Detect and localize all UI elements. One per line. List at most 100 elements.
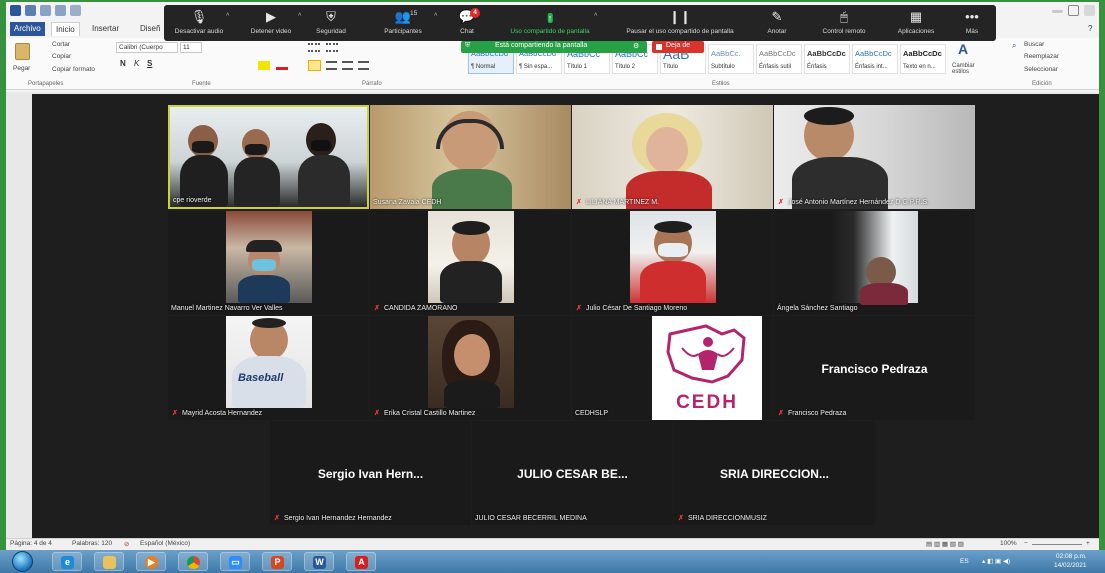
- select-button[interactable]: Seleccionar: [1024, 66, 1058, 73]
- taskbar-app-zoom[interactable]: ▭: [220, 552, 250, 571]
- pause-share-button[interactable]: ❙❙ Pausar el uso compartido de pantalla: [616, 7, 744, 39]
- clock-time[interactable]: 02:08 p.m.: [1056, 553, 1087, 560]
- zoom-toolbar: 🎙 ^ Desactivar audio ▶ ^ Detener video ⛨…: [164, 5, 996, 41]
- participant-tile[interactable]: cpe rioverde: [168, 105, 369, 209]
- participant-tile[interactable]: Francisco Pedraza ✗ Francisco Pedraza: [774, 316, 975, 420]
- view-buttons[interactable]: ▤ ▥ ▦ ▧ ▨: [926, 540, 964, 548]
- participant-tile[interactable]: ✗ José Antonio Martínez Hernández D.G.P.…: [774, 105, 975, 209]
- share-screen-button[interactable]: ↑ ^ Uso compartido de pantalla: [504, 7, 597, 39]
- find-button[interactable]: Buscar: [1024, 41, 1044, 48]
- align-left-icon[interactable]: [308, 60, 321, 71]
- italic-button[interactable]: K: [134, 59, 139, 68]
- format-painter-button[interactable]: Copiar formato: [52, 66, 95, 73]
- align-center-icon[interactable]: [326, 61, 337, 70]
- tray-icons[interactable]: ▴ ◧ ▣ ◀): [982, 557, 1010, 565]
- page-indicator[interactable]: Página: 4 de 4: [10, 540, 52, 547]
- participant-tile[interactable]: Baseball ✗ Mayrid Acosta Hernandez: [168, 316, 369, 420]
- chat-button[interactable]: 💬 4 Chat: [450, 7, 484, 39]
- style-enfasis[interactable]: AaBbCcDc Énfasis: [804, 44, 850, 74]
- print-icon[interactable]: [70, 5, 81, 16]
- participant-tile[interactable]: CEDH CEDHSLP: [572, 316, 773, 420]
- participant-tile[interactable]: Sergio Ivan Hern... ✗ Sergio Ivan Hernan…: [270, 421, 471, 525]
- align-right-icon[interactable]: [342, 61, 353, 70]
- highlight-icon[interactable]: [258, 61, 270, 70]
- undo-icon[interactable]: [40, 5, 51, 16]
- taskbar-app-media[interactable]: ▶: [136, 552, 166, 571]
- zoom-gallery: cpe rioverde Susana Zavala CEDH ✗ LILIAN…: [32, 94, 1099, 538]
- zoom-out-icon[interactable]: −: [1024, 540, 1028, 547]
- zoom-slider[interactable]: [1032, 544, 1082, 545]
- taskbar-app-acrobat[interactable]: A: [346, 552, 376, 571]
- participant-tile[interactable]: ✗ Erika Cristal Castillo Martinez: [370, 316, 571, 420]
- participant-tile[interactable]: JULIO CESAR BE... JULIO CESAR BECERRIL M…: [472, 421, 673, 525]
- security-button[interactable]: ⛨ Seguridad: [308, 7, 354, 39]
- style-enfasis-intenso[interactable]: AaBbCcDc Énfasis int...: [852, 44, 898, 74]
- restore-icon[interactable]: [1068, 5, 1079, 16]
- font-color-icon[interactable]: [276, 61, 288, 70]
- participant-name: Manuel Martinez Navarro Ver Valles: [171, 305, 283, 312]
- participant-tile[interactable]: Susana Zavala CEDH: [370, 105, 571, 209]
- participant-tile[interactable]: SRIA DIRECCION... ✗ SRIA DIRECCIONMUSIZ: [674, 421, 875, 525]
- font-size-select[interactable]: 11: [180, 42, 202, 53]
- bullets-icon[interactable]: [308, 43, 320, 52]
- spellcheck-icon[interactable]: ⊘: [124, 540, 129, 548]
- participant-name: Francisco Pedraza: [788, 410, 847, 417]
- mute-audio-button[interactable]: 🎙 ^ Desactivar audio: [168, 7, 230, 39]
- clipboard-icon: [15, 43, 30, 60]
- language-indicator[interactable]: ES: [960, 558, 969, 565]
- settings-icon[interactable]: ⚙: [633, 42, 639, 50]
- tab-inicio[interactable]: Inicio: [51, 22, 80, 36]
- participant-tile[interactable]: Manuel Martinez Navarro Ver Valles: [168, 211, 369, 315]
- paste-button[interactable]: Pegar: [12, 41, 34, 77]
- chevron-up-icon[interactable]: ^: [434, 13, 437, 20]
- close-icon[interactable]: [1084, 5, 1095, 16]
- chevron-up-icon[interactable]: ^: [298, 13, 301, 20]
- taskbar-app-word[interactable]: W: [304, 552, 334, 571]
- help-icon[interactable]: ?: [1084, 22, 1096, 36]
- style-enfasis-sutil[interactable]: AaBbCcDc Énfasis sutil: [756, 44, 802, 74]
- tab-diseno[interactable]: Diseñ: [136, 22, 164, 36]
- numbering-icon[interactable]: [326, 43, 338, 52]
- apps-button[interactable]: ▦ Aplicaciones: [890, 7, 942, 39]
- style-subtitulo[interactable]: AaBbCc. Subtítulo: [708, 44, 754, 74]
- word-count[interactable]: Palabras: 120: [72, 540, 112, 547]
- participant-tile[interactable]: ✗ Julio César De Santiago Moreno: [572, 211, 773, 315]
- word-icon[interactable]: [10, 5, 21, 16]
- clock-date[interactable]: 14/02/2021: [1054, 562, 1087, 569]
- taskbar-app-chrome[interactable]: [178, 552, 208, 571]
- chevron-up-icon[interactable]: ^: [226, 13, 229, 20]
- justify-icon[interactable]: [358, 61, 369, 70]
- more-button[interactable]: ••• Más: [954, 7, 990, 39]
- stop-share-button[interactable]: Deja de: [652, 41, 704, 53]
- taskbar-app-ie[interactable]: e: [52, 552, 82, 571]
- video-feed: [572, 105, 773, 209]
- participants-button[interactable]: 👥 15 ^ Participantes: [364, 7, 442, 39]
- stop-video-button[interactable]: ▶ ^ Detener video: [240, 7, 302, 39]
- taskbar-app-explorer[interactable]: [94, 552, 124, 571]
- style-texto-negrita[interactable]: AaBbCcDc Texto en n...: [900, 44, 946, 74]
- copy-button[interactable]: Copiar: [52, 53, 71, 60]
- tab-insertar[interactable]: Insertar: [88, 22, 123, 36]
- microphone-icon: 🎙: [190, 9, 208, 24]
- bold-button[interactable]: N: [120, 59, 126, 68]
- redo-icon[interactable]: [55, 5, 66, 16]
- cut-button[interactable]: Cortar: [52, 41, 70, 48]
- participant-tile[interactable]: ✗ CANDIDA ZAMORANO: [370, 211, 571, 315]
- annotate-button[interactable]: ✎ Anotar: [758, 7, 796, 39]
- zoom-level[interactable]: 100%: [1000, 540, 1017, 547]
- language-indicator[interactable]: Español (México): [140, 540, 190, 547]
- underline-button[interactable]: S: [147, 59, 152, 68]
- font-family-select[interactable]: Calibri (Cuerpo: [116, 42, 178, 53]
- tab-archivo[interactable]: Archivo: [10, 22, 45, 36]
- replace-button[interactable]: Reemplazar: [1024, 53, 1059, 60]
- chevron-up-icon[interactable]: ^: [594, 13, 597, 20]
- taskbar-app-powerpoint[interactable]: P: [262, 552, 292, 571]
- change-styles-button[interactable]: A Cambiar estilos: [952, 41, 982, 79]
- minimize-icon[interactable]: [1052, 10, 1063, 13]
- save-icon[interactable]: [25, 5, 36, 16]
- participant-tile[interactable]: ✗ LILIANA MARTINEZ M.: [572, 105, 773, 209]
- start-button[interactable]: [12, 551, 33, 572]
- participant-tile[interactable]: Ángela Sánchez Santiago: [774, 211, 975, 315]
- zoom-in-icon[interactable]: +: [1086, 540, 1090, 547]
- remote-control-button[interactable]: 🖱 Control remoto: [816, 7, 872, 39]
